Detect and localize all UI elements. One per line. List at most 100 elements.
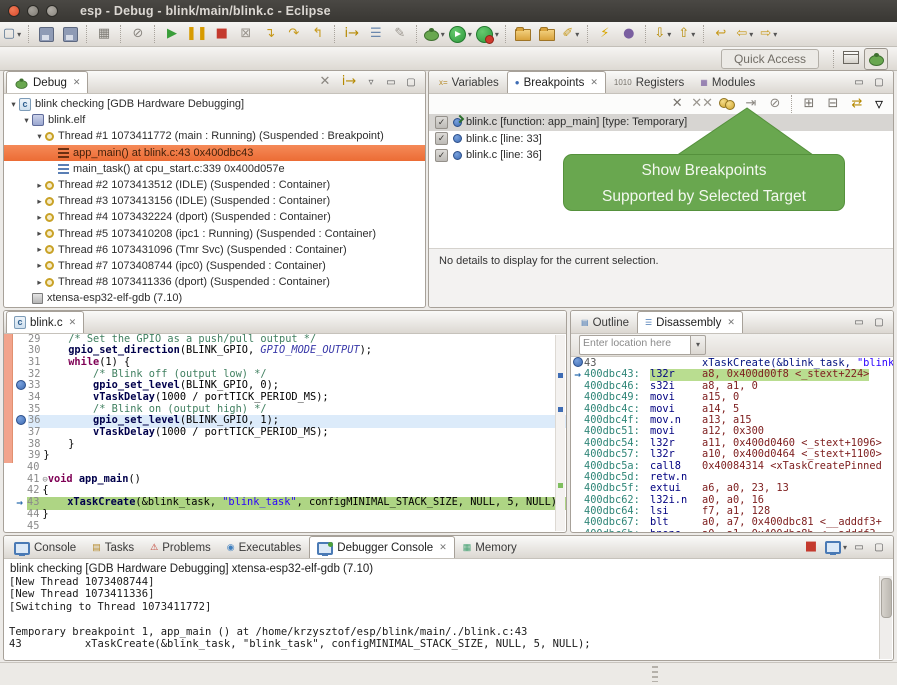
tab-debugger-console[interactable]: Debugger Console✕: [309, 536, 454, 558]
code-line[interactable]: 39}: [4, 451, 566, 463]
code-line[interactable]: →43 xTaskCreate(&blink_task, "blink_task…: [4, 498, 566, 510]
breakpoint-checkbox[interactable]: ✓: [435, 149, 448, 162]
external-tools-icon[interactable]: ●: [618, 24, 640, 44]
sash-handle[interactable]: [652, 666, 658, 682]
step-over-icon[interactable]: ↷: [283, 24, 305, 44]
view-menu-icon[interactable]: ▿: [870, 95, 888, 113]
maximize-view-icon[interactable]: ▢: [870, 538, 888, 556]
new-wizard-icon[interactable]: ▢▾: [1, 24, 23, 44]
breakpoint-checkbox[interactable]: ✓: [435, 116, 448, 129]
download-icon[interactable]: ⇩▾: [652, 24, 674, 44]
upload-icon[interactable]: ⇧▾: [676, 24, 698, 44]
import-folder-icon[interactable]: [536, 24, 558, 44]
code-line[interactable]: 37 vTaskDelay(1000 / portTICK_PERIOD_MS)…: [4, 428, 566, 440]
step-into-icon[interactable]: ↴: [259, 24, 281, 44]
console-output[interactable]: [New Thread 1073408744][New Thread 10734…: [4, 576, 893, 650]
tab-breakpoints[interactable]: ●Breakpoints✕: [507, 71, 606, 93]
disassembly-row[interactable]: 400dbc49:movia15, 0: [571, 392, 893, 403]
quick-access-button[interactable]: Quick Access: [721, 49, 819, 69]
debug-tree-row[interactable]: app_main() at blink.c:43 0x400dbc43: [4, 145, 425, 161]
step-filters-icon[interactable]: ☰: [365, 24, 387, 44]
disconnect-icon[interactable]: ⊠: [235, 24, 257, 44]
debug-tree-row[interactable]: ▸Thread #7 1073408744 (ipc0) (Suspended …: [4, 258, 425, 274]
scrollbar-thumb[interactable]: [881, 578, 892, 618]
close-icon[interactable]: ✕: [73, 77, 81, 88]
disassembly-listing[interactable]: 43xTaskCreate(&blink_task, "blink_tas→40…: [571, 357, 893, 533]
reverse-debug-icon[interactable]: ✎: [389, 24, 411, 44]
terminate-icon[interactable]: ■: [211, 24, 233, 44]
disassembly-row[interactable]: 400dbc6b:bnonea0, a1, 0x400dbc8b <__addd…: [571, 529, 893, 533]
maximize-view-icon[interactable]: ▢: [402, 73, 420, 91]
maximize-view-icon[interactable]: ▢: [870, 313, 888, 331]
debug-tree-row[interactable]: ▾blink.elf: [4, 112, 425, 128]
minimize-view-icon[interactable]: ▭: [382, 73, 400, 91]
disassembly-row[interactable]: 400dbc5f:extuia6, a0, 23, 13: [571, 483, 893, 494]
close-icon[interactable]: ✕: [727, 317, 735, 328]
disassembly-row[interactable]: 400dbc57:l32ra10, 0x400d0464 <_stext+110…: [571, 449, 893, 460]
close-window-button[interactable]: [8, 5, 20, 17]
minimize-window-button[interactable]: [27, 5, 39, 17]
debug-tree-row[interactable]: xtensa-esp32-elf-gdb (7.10): [4, 290, 425, 306]
breakpoint-checkbox[interactable]: ✓: [435, 132, 448, 145]
suspend-icon[interactable]: ❚❚: [185, 24, 209, 44]
tab-variables[interactable]: x=Variables: [431, 71, 507, 93]
close-icon[interactable]: ✕: [439, 542, 447, 553]
open-folder-icon[interactable]: [512, 24, 534, 44]
debug-tree-row[interactable]: ▸Thread #6 1073431096 (Tmr Svc) (Suspend…: [4, 242, 425, 258]
code-line[interactable]: 41⊖void app_main(): [4, 474, 566, 486]
remove-all-terminated-icon[interactable]: ✕: [314, 72, 336, 92]
debug-tree-row[interactable]: ▸Thread #8 1073411336 (dport) (Suspended…: [4, 274, 425, 290]
debug-tree-row[interactable]: ▸Thread #3 1073413156 (IDLE) (Suspended …: [4, 193, 425, 209]
tab-blink-c[interactable]: c blink.c ✕: [6, 311, 84, 333]
view-menu-icon[interactable]: ▿: [362, 73, 380, 91]
tab-disassembly[interactable]: ☰Disassembly✕: [637, 311, 743, 333]
close-icon[interactable]: ✕: [590, 77, 598, 88]
forward-icon[interactable]: ⇨▾: [758, 24, 780, 44]
breakpoint-icon[interactable]: [16, 380, 26, 390]
display-console-icon[interactable]: ▾: [824, 537, 848, 557]
debug-tree-row[interactable]: ▸Thread #2 1073413512 (IDLE) (Suspended …: [4, 177, 425, 193]
debug-tree-row[interactable]: ▸Thread #5 1073410208 (ipc1 : Running) (…: [4, 226, 425, 242]
debug-tree-row[interactable]: ▾Thread #1 1073411772 (main : Running) (…: [4, 128, 425, 144]
profile-icon[interactable]: ▾: [475, 24, 500, 44]
breakpoint-icon[interactable]: [16, 415, 26, 425]
instruction-stepping-icon[interactable]: i→: [341, 24, 363, 44]
back-icon[interactable]: ⇦▾: [734, 24, 756, 44]
code-line[interactable]: 38 }: [4, 439, 566, 451]
console-scrollbar[interactable]: [879, 576, 892, 659]
tab-registers[interactable]: 1010Registers: [606, 71, 692, 93]
save-icon[interactable]: [35, 24, 57, 44]
tab-modules[interactable]: ▦Modules: [692, 71, 763, 93]
tab-memory[interactable]: ▦Memory: [455, 536, 525, 558]
terminate-icon[interactable]: ■: [800, 537, 822, 557]
instruction-stepping-mode-icon[interactable]: i→: [338, 72, 360, 92]
overview-ruler[interactable]: [555, 335, 565, 531]
resume-icon[interactable]: ▶: [161, 24, 183, 44]
open-perspective-icon[interactable]: [840, 48, 862, 68]
maximize-view-icon[interactable]: ▢: [870, 73, 888, 91]
debug-tree-row[interactable]: main_task() at cpu_start.c:339 0x400d057…: [4, 161, 425, 177]
debug-perspective-icon[interactable]: [864, 48, 888, 70]
minimize-view-icon[interactable]: ▭: [850, 538, 868, 556]
tab-console[interactable]: Console: [6, 536, 84, 558]
debug-icon[interactable]: ▾: [423, 24, 446, 44]
minimize-view-icon[interactable]: ▭: [850, 73, 868, 91]
run-icon[interactable]: ▾: [448, 24, 473, 44]
launch-icon[interactable]: ✐▾: [560, 24, 582, 44]
step-return-icon[interactable]: ↰: [307, 24, 329, 44]
maximize-window-button[interactable]: [46, 5, 58, 17]
tab-problems[interactable]: ⚠Problems: [142, 536, 219, 558]
debug-tree-row[interactable]: ▸Thread #4 1073432224 (dport) (Suspended…: [4, 209, 425, 225]
location-input[interactable]: Enter location here: [579, 335, 691, 355]
minimize-view-icon[interactable]: ▭: [850, 313, 868, 331]
flash-icon[interactable]: ⚡: [594, 24, 616, 44]
save-all-icon[interactable]: [59, 24, 81, 44]
build-icon[interactable]: ▦: [93, 24, 115, 44]
close-icon[interactable]: ✕: [69, 317, 77, 328]
tab-executables[interactable]: ◉Executables: [219, 536, 310, 558]
code-editor[interactable]: 29 /* Set the GPIO as a push/pull output…: [4, 334, 566, 533]
debug-tree-row[interactable]: ▾cblink checking [GDB Hardware Debugging…: [4, 96, 425, 112]
tab-outline[interactable]: ▤Outline: [573, 311, 637, 333]
last-edit-location-icon[interactable]: ↩: [710, 24, 732, 44]
location-dropdown-icon[interactable]: ▾: [691, 335, 706, 355]
